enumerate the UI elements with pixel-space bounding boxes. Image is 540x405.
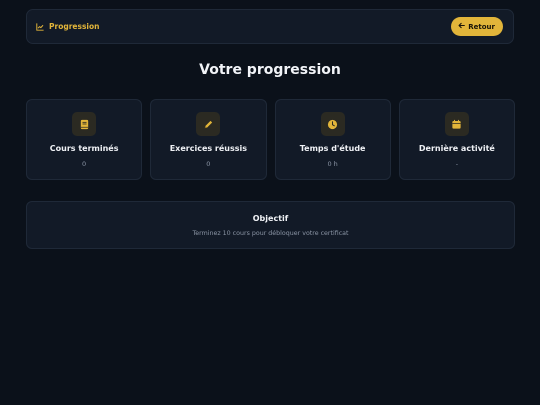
book-icon (72, 112, 97, 136)
stat-label: Temps d'étude (299, 144, 366, 153)
stat-label: Dernière activité (418, 144, 495, 153)
stat-value: 0 (82, 160, 87, 168)
clock-icon (320, 112, 345, 136)
stat-label: Exercices réussis (169, 144, 248, 153)
brand-label: Progression (49, 22, 100, 31)
progression-page: Progression Retour Votre progression Cou… (0, 0, 540, 405)
chart-line-icon (36, 22, 44, 31)
stat-card-completed-courses: Cours terminés 0 (26, 99, 143, 180)
brand: Progression (36, 22, 100, 31)
stat-card-study-time: Temps d'étude 0 h (274, 99, 391, 180)
objective-text: Terminez 10 cours pour débloquer votre c… (192, 230, 349, 237)
back-button-label: Retour (468, 22, 495, 31)
stat-card-exercises: Exercices réussis 0 (150, 99, 267, 180)
stats-grid: Cours terminés 0 Exercices réussis 0 Tem… (26, 99, 515, 180)
calendar-icon (444, 112, 469, 136)
back-button[interactable]: Retour (451, 17, 503, 36)
objective-title: Objectif (252, 214, 289, 223)
objective-card: Objectif Terminez 10 cours pour débloque… (26, 201, 515, 249)
stat-label: Cours terminés (49, 144, 119, 153)
stat-value: - (455, 160, 459, 168)
arrow-left-icon (458, 22, 466, 31)
stat-value: 0 h (327, 160, 338, 168)
top-bar: Progression Retour (26, 9, 514, 44)
page-title: Votre progression (199, 62, 341, 78)
stat-value: 0 (206, 160, 211, 168)
stat-card-last-activity: Dernière activité - (398, 99, 515, 180)
pencil-icon (196, 112, 221, 136)
